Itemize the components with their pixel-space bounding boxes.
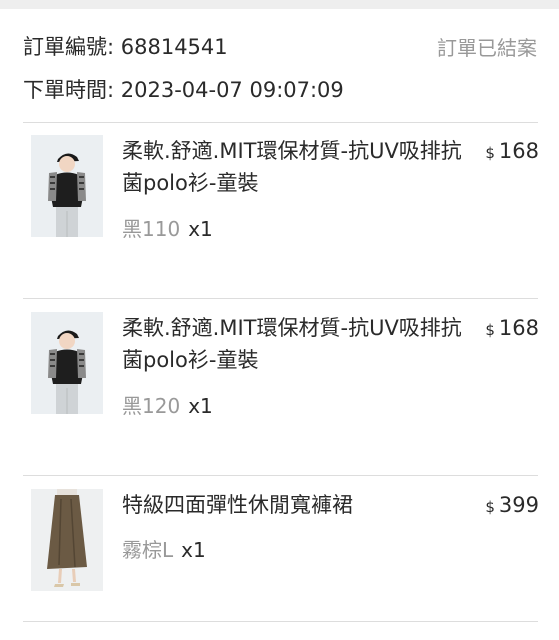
variant-row: 黑110 x1 <box>122 214 213 244</box>
price-value: 168 <box>498 316 539 340</box>
order-item[interactable]: 柔軟.舒適.MIT環保材質-抗UV吸排抗菌polo衫-童裝 $168 黑120 x… <box>23 312 539 432</box>
product-variant: 霧棕L <box>122 538 174 562</box>
product-quantity: x1 <box>188 217 213 241</box>
divider <box>23 298 538 299</box>
product-price: $168 <box>485 312 539 346</box>
product-quantity: x1 <box>188 394 213 418</box>
divider <box>23 621 538 622</box>
order-time: 下單時間: 2023-04-07 09:07:09 <box>23 78 344 102</box>
product-image[interactable] <box>31 489 103 591</box>
currency-symbol: $ <box>485 144 495 162</box>
order-item[interactable]: 特級四面彈性休閒寬褲裙 $399 霧棕L x1 <box>23 489 539 609</box>
price-value: 399 <box>498 493 539 517</box>
product-price: $168 <box>485 135 539 169</box>
order-status: 訂單已結案 <box>437 35 537 60</box>
product-name[interactable]: 柔軟.舒適.MIT環保材質-抗UV吸排抗菌polo衫-童裝 <box>122 135 467 199</box>
variant-row: 黑120 x1 <box>122 391 213 421</box>
divider <box>23 122 538 123</box>
order-header-row: 訂單編號: 68814541 訂單已結案 <box>23 26 537 66</box>
order-time-row: 下單時間: 2023-04-07 09:07:09 <box>23 69 537 109</box>
product-variant: 黑110 <box>122 217 181 241</box>
currency-symbol: $ <box>485 498 495 516</box>
currency-symbol: $ <box>485 321 495 339</box>
order-item[interactable]: 柔軟.舒適.MIT環保材質-抗UV吸排抗菌polo衫-童裝 $168 黑110 x… <box>23 135 539 255</box>
product-price: $399 <box>485 489 539 523</box>
price-value: 168 <box>498 139 539 163</box>
product-image[interactable] <box>31 135 103 237</box>
product-name[interactable]: 柔軟.舒適.MIT環保材質-抗UV吸排抗菌polo衫-童裝 <box>122 312 467 376</box>
order-header: 訂單編號: 68814541 訂單已結案 下單時間: 2023-04-07 09… <box>23 26 537 109</box>
variant-row: 霧棕L x1 <box>122 535 206 565</box>
order-number: 訂單編號: 68814541 <box>23 35 228 59</box>
product-quantity: x1 <box>181 538 206 562</box>
divider <box>23 475 538 476</box>
top-strip <box>0 0 559 9</box>
product-variant: 黑120 <box>122 394 181 418</box>
product-image[interactable] <box>31 312 103 414</box>
product-name[interactable]: 特級四面彈性休閒寬褲裙 <box>122 489 467 521</box>
